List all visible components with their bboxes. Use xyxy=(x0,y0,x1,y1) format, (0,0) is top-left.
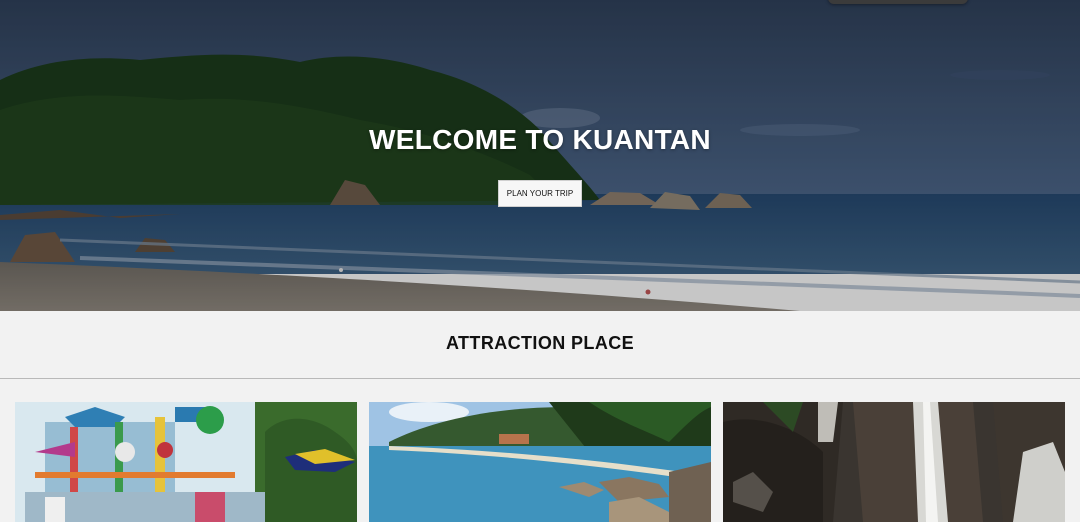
attractions-grid xyxy=(0,380,1080,522)
attraction-card-waterfall[interactable] xyxy=(723,402,1065,522)
water-park-photo xyxy=(15,402,357,522)
attraction-card-beach[interactable] xyxy=(369,402,711,522)
attractions-header: ATTRACTION PLACE xyxy=(0,311,1080,379)
hero-title: WELCOME TO KUANTAN xyxy=(369,124,711,155)
waterfall-photo xyxy=(723,402,1065,522)
attraction-card-water-park[interactable] xyxy=(15,402,357,522)
attractions-heading: ATTRACTION PLACE xyxy=(445,333,635,353)
top-tab[interactable] xyxy=(828,0,968,4)
plan-your-trip-button[interactable]: PLAN YOUR TRIP xyxy=(498,180,582,207)
hero-banner: WELCOME TO KUANTAN PLAN YOUR TRIP xyxy=(0,0,1080,311)
beach-bay-photo xyxy=(369,402,711,522)
